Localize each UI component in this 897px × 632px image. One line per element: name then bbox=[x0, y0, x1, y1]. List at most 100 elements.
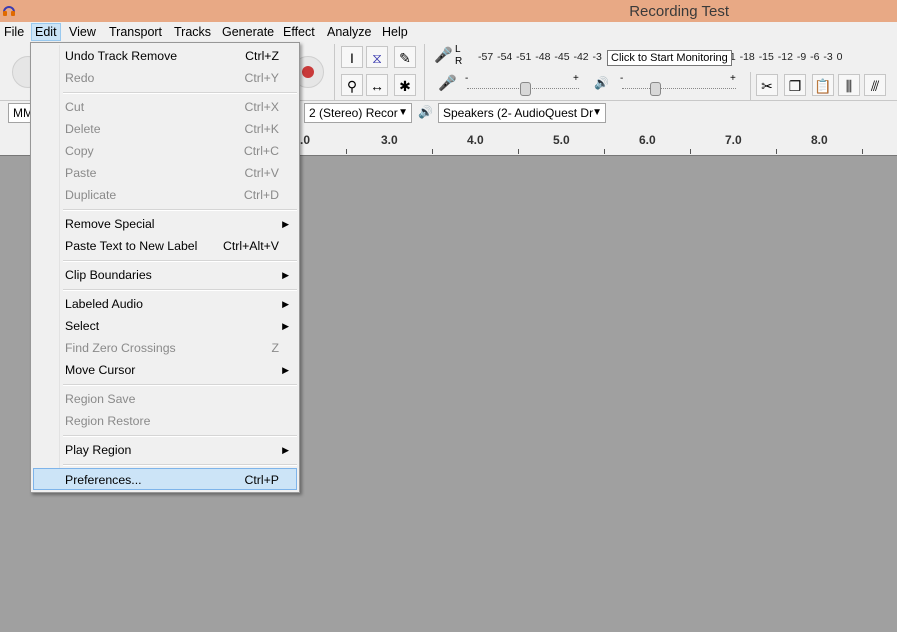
menu-analyze[interactable]: Analyze bbox=[324, 24, 374, 40]
menu-item-label: Paste Text to New Label bbox=[65, 239, 198, 253]
menu-item-label: Copy bbox=[65, 144, 94, 158]
menu-item-labeled-audio[interactable]: Labeled Audio ▶ bbox=[33, 293, 297, 315]
menu-item-shortcut: Z bbox=[271, 341, 279, 355]
ruler-tick: 3.0 bbox=[381, 133, 398, 147]
menu-item-paste-text-to-new-label[interactable]: Paste Text to New Label Ctrl+Alt+V bbox=[33, 235, 297, 257]
ruler-tick: .0 bbox=[300, 133, 311, 147]
menu-bar: File Edit View Transport Tracks Generate… bbox=[0, 22, 897, 42]
menu-item-label: Clip Boundaries bbox=[65, 268, 152, 282]
menu-item-move-cursor[interactable]: Move Cursor ▶ bbox=[33, 359, 297, 381]
record-meter-scale: -57 -54 -51 -48 -45 -42 -3 bbox=[478, 51, 602, 63]
multi-tool-button[interactable]: ✱ bbox=[394, 74, 416, 96]
menu-item-redo[interactable]: Redo Ctrl+Y bbox=[33, 67, 297, 89]
menu-item-label: Region Save bbox=[65, 392, 136, 406]
record-volume-minus: - bbox=[465, 73, 469, 84]
copy-button[interactable]: ❐ bbox=[784, 74, 806, 96]
menu-item-region-save[interactable]: Region Save bbox=[33, 388, 297, 410]
timeshift-tool-button[interactable]: ↔ bbox=[366, 74, 388, 96]
ruler-minor-tick bbox=[432, 149, 433, 154]
menu-item-label: Region Restore bbox=[65, 414, 151, 428]
menu-separator bbox=[63, 260, 297, 262]
channels-select[interactable]: 2 (Stereo) Recor ▼ bbox=[304, 103, 412, 123]
menu-item-shortcut: Ctrl+D bbox=[243, 188, 279, 202]
menu-item-label: Paste bbox=[65, 166, 97, 180]
multi-tool-icon: ✱ bbox=[399, 78, 411, 94]
menu-edit[interactable]: Edit bbox=[31, 23, 61, 41]
menu-item-shortcut: Ctrl+Z bbox=[245, 49, 279, 63]
menu-item-label: Find Zero Crossings bbox=[65, 341, 176, 355]
menu-item-remove-special[interactable]: Remove Special ▶ bbox=[33, 213, 297, 235]
ruler-minor-tick bbox=[776, 149, 777, 154]
window-title: Recording Test bbox=[629, 3, 729, 20]
menu-generate[interactable]: Generate bbox=[219, 24, 277, 40]
ruler-minor-tick bbox=[862, 149, 863, 154]
submenu-arrow-icon: ▶ bbox=[282, 270, 289, 280]
menu-item-clip-boundaries[interactable]: Clip Boundaries ▶ bbox=[33, 264, 297, 286]
meter-left-label: L bbox=[455, 44, 461, 55]
chevron-down-icon: ▼ bbox=[398, 107, 408, 118]
menu-item-undo[interactable]: Undo Track Remove Ctrl+Z bbox=[33, 45, 297, 67]
menu-transport[interactable]: Transport bbox=[106, 24, 165, 40]
playback-device-value: Speakers (2- AudioQuest Dr bbox=[443, 106, 594, 120]
microphone-volume-icon: 🎤 bbox=[438, 75, 457, 92]
edit-menu-dropdown: Undo Track Remove Ctrl+Z Redo Ctrl+Y Cut Ct… bbox=[30, 42, 300, 493]
timeshift-icon: ↔ bbox=[370, 78, 384, 94]
submenu-arrow-icon: ▶ bbox=[282, 219, 289, 229]
menu-item-label: Delete bbox=[65, 122, 101, 136]
menu-file[interactable]: File bbox=[1, 24, 27, 40]
magnifier-icon: ⚲ bbox=[346, 78, 358, 94]
silence-button[interactable]: ⫻ bbox=[864, 74, 886, 96]
menu-item-label: Labeled Audio bbox=[65, 297, 143, 311]
menu-item-select[interactable]: Select ▶ bbox=[33, 315, 297, 337]
speaker-icon: 🔊 bbox=[594, 76, 609, 90]
menu-item-cut[interactable]: Cut Ctrl+X bbox=[33, 96, 297, 118]
menu-item-play-region[interactable]: Play Region ▶ bbox=[33, 439, 297, 461]
copy-icon: ❐ bbox=[788, 78, 802, 94]
selection-tool-button[interactable]: I bbox=[341, 46, 363, 68]
menu-item-region-restore[interactable]: Region Restore bbox=[33, 410, 297, 432]
menu-item-label: Redo bbox=[65, 71, 95, 85]
meter-right-label: R bbox=[455, 56, 463, 67]
paste-button[interactable]: 📋 bbox=[812, 74, 834, 96]
channels-value: 2 (Stereo) Recor bbox=[309, 106, 398, 120]
menu-item-preferences[interactable]: Preferences... Ctrl+P bbox=[33, 468, 297, 490]
menu-item-label: Play Region bbox=[65, 443, 132, 457]
playback-volume-slider[interactable] bbox=[650, 82, 661, 96]
menu-item-find-zero-crossings[interactable]: Find Zero Crossings Z bbox=[33, 337, 297, 359]
menu-tracks[interactable]: Tracks bbox=[171, 24, 214, 40]
menu-item-delete[interactable]: Delete Ctrl+K bbox=[33, 118, 297, 140]
silence-icon: ⫻ bbox=[870, 78, 880, 94]
draw-tool-button[interactable]: ✎ bbox=[394, 46, 416, 68]
zoom-tool-button[interactable]: ⚲ bbox=[341, 74, 363, 96]
ruler-tick: 5.0 bbox=[553, 133, 570, 147]
submenu-arrow-icon: ▶ bbox=[282, 299, 289, 309]
menu-item-paste[interactable]: Paste Ctrl+V bbox=[33, 162, 297, 184]
envelope-tool-button[interactable]: ⧖ bbox=[366, 46, 388, 68]
menu-item-label: Duplicate bbox=[65, 188, 117, 202]
menu-item-shortcut: Ctrl+Alt+V bbox=[222, 239, 279, 253]
menu-effect[interactable]: Effect bbox=[280, 24, 318, 40]
menu-separator bbox=[63, 209, 297, 211]
record-volume-slider[interactable] bbox=[520, 82, 531, 96]
trim-button[interactable]: ⫼ bbox=[838, 74, 860, 96]
submenu-arrow-icon: ▶ bbox=[282, 321, 289, 331]
menu-item-label: Select bbox=[65, 319, 100, 333]
menu-view[interactable]: View bbox=[66, 24, 99, 40]
menu-help[interactable]: Help bbox=[379, 24, 411, 40]
menu-separator bbox=[63, 289, 297, 291]
menu-separator bbox=[63, 435, 297, 437]
ruler-tick: 6.0 bbox=[639, 133, 656, 147]
ruler-minor-tick bbox=[604, 149, 605, 154]
playback-volume-track bbox=[622, 88, 736, 90]
menu-item-copy[interactable]: Copy Ctrl+C bbox=[33, 140, 297, 162]
menu-item-label: Cut bbox=[65, 100, 85, 114]
menu-item-shortcut: Ctrl+Y bbox=[244, 71, 279, 85]
menu-item-duplicate[interactable]: Duplicate Ctrl+D bbox=[33, 184, 297, 206]
playback-volume-minus: - bbox=[620, 73, 624, 84]
output-speaker-icon: 🔊 bbox=[418, 105, 433, 119]
playback-device-select[interactable]: Speakers (2- AudioQuest Dr ▼ bbox=[438, 103, 606, 123]
ruler-minor-tick bbox=[346, 149, 347, 154]
ruler-tick: 4.0 bbox=[467, 133, 484, 147]
audio-host-select[interactable]: MM bbox=[8, 103, 32, 123]
cut-button[interactable]: ✂ bbox=[756, 74, 778, 96]
